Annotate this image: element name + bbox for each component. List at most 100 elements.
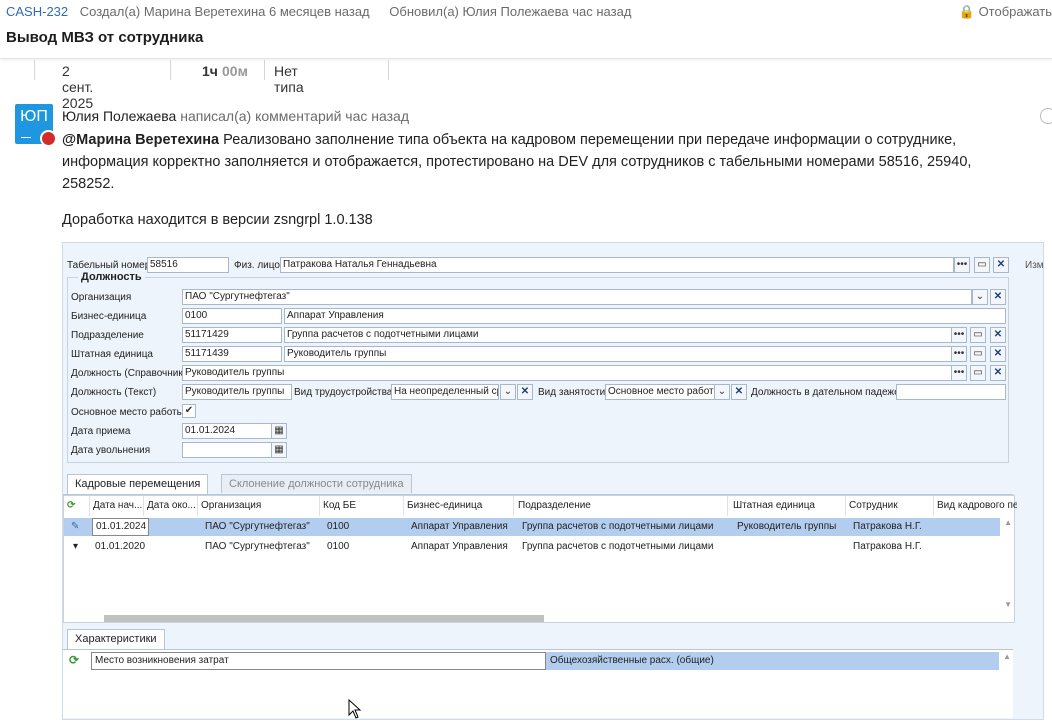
osn-checkbox[interactable]: ✔	[182, 404, 196, 418]
column-header[interactable]: Дата нач...	[90, 496, 144, 516]
attached-screenshot: Табельный номер 58516 Физ. лицо Патраков…	[62, 242, 1044, 720]
column-header[interactable]: Штатная единица	[730, 496, 846, 516]
sht-code-field[interactable]: 51171439	[182, 346, 282, 362]
tab-characteristics[interactable]: Характеристики	[67, 629, 165, 649]
cell-org: ПАО "Сургутнефтегаз"	[205, 541, 310, 552]
vid-tr-select[interactable]: На неопределенный срок	[391, 384, 499, 400]
fiz-field[interactable]: Патракова Наталья Геннадьевна	[280, 257, 954, 273]
moves-table: ⟳ Дата нач... Дата око... Организация Ко…	[63, 495, 1017, 623]
column-header[interactable]: Организация	[198, 496, 320, 516]
izm-label: Изм	[1025, 260, 1044, 271]
divider	[264, 60, 265, 80]
mention-link[interactable]: @Марина Веретехина	[62, 132, 219, 148]
be-code-field[interactable]: 0100	[182, 308, 282, 324]
cell-podr: Группа расчетов с подотчетными лицами	[522, 541, 714, 552]
issue-title: Вывод МВЗ от сотрудника	[6, 29, 204, 46]
vid-zan-label: Вид занятости	[538, 387, 606, 398]
reaction-icon[interactable]	[1040, 108, 1052, 124]
podr-name-field: Группа расчетов с подотчетными лицами	[284, 327, 952, 343]
org-clear-button[interactable]: ✕	[990, 289, 1006, 305]
sht-clear-button[interactable]: ✕	[990, 346, 1006, 362]
tab-num-label: Табельный номер	[67, 260, 151, 271]
fiz-ellipsis-button[interactable]: •••	[954, 257, 970, 273]
fiz-clear-button[interactable]: ✕	[993, 257, 1009, 273]
cell-date-start[interactable]: 01.01.2024	[92, 518, 149, 536]
chevron-down-icon[interactable]: ⌄	[500, 384, 516, 400]
vid-zan-select[interactable]: Основное место работы	[605, 384, 717, 400]
issue-key-link[interactable]: CASH-232	[6, 4, 68, 19]
column-header[interactable]: Вид кадрового пе	[934, 496, 1017, 516]
cell-be-code: 0100	[327, 541, 350, 552]
be-label: Бизнес-единица	[71, 311, 147, 322]
folder-icon[interactable]: ▭	[970, 327, 986, 343]
dolzh-spr-label: Должность (Справочник)	[71, 368, 187, 379]
edit-icon[interactable]: ✎	[68, 518, 87, 536]
issue-breadcrumb: CASH-232 Создал(а) Марина Веретехина 6 м…	[6, 4, 631, 19]
dolzh-dat-field[interactable]	[896, 384, 1006, 400]
chevron-down-icon[interactable]: ⌄	[972, 289, 988, 305]
status-badge	[40, 130, 57, 147]
calendar-icon[interactable]: ▦	[271, 442, 287, 458]
podr-code-field[interactable]: 51171429	[182, 327, 282, 343]
column-header[interactable]: Сотрудник	[846, 496, 934, 516]
folder-icon[interactable]: ▭	[970, 346, 986, 362]
chevron-down-icon[interactable]: ⌄	[714, 384, 730, 400]
worklog-hours: 1ч	[202, 63, 218, 79]
column-header[interactable]: Подразделение	[515, 496, 728, 516]
scroll-down-icon[interactable]: ▼	[1004, 600, 1012, 609]
sht-label: Штатная единица	[71, 349, 153, 360]
folder-icon[interactable]: ▭	[974, 257, 990, 273]
table-row[interactable]: ✎ 01.01.2024 ПАО "Сургутнефтегаз" 0100 А…	[64, 518, 1000, 536]
sht-ellipsis-button[interactable]: •••	[951, 346, 967, 362]
date-priem-field[interactable]: 01.01.2024	[182, 423, 272, 439]
tab-num-field[interactable]: 58516	[147, 257, 229, 273]
calendar-icon[interactable]: ▦	[271, 423, 287, 439]
avatar[interactable]: ЮП	[15, 104, 57, 147]
cell-date-start: 01.01.2020	[95, 541, 146, 552]
org-select[interactable]: ПАО "Сургутнефтегаз"	[182, 289, 972, 305]
vid-zan-clear-button[interactable]: ✕	[731, 384, 747, 400]
comment-author[interactable]: Юлия Полежаева	[62, 108, 176, 124]
char-name-cell[interactable]: Место возникновения затрат	[91, 652, 546, 670]
tab-kadr-moves[interactable]: Кадровые перемещения	[67, 474, 209, 494]
horizontal-scrollbar[interactable]	[94, 614, 994, 622]
sht-name-field: Руководитель группы	[284, 346, 952, 362]
table-row[interactable]: ▾ 01.01.2020 ПАО "Сургутнефтегаз" 0100 А…	[64, 538, 1000, 556]
cell-be-code: 0100	[327, 521, 350, 532]
folder-icon[interactable]: ▭	[970, 365, 986, 381]
char-tabbar: Характеристики	[63, 627, 1013, 650]
dolzh-spr-clear-button[interactable]: ✕	[990, 365, 1006, 381]
vid-tr-clear-button[interactable]: ✕	[517, 384, 533, 400]
osn-label: Основное место работы	[71, 407, 184, 418]
position-group: Должность Организация ПАО "Сургутнефтега…	[67, 271, 1009, 463]
refresh-icon[interactable]: ⟳	[69, 653, 79, 667]
podr-clear-button[interactable]: ✕	[990, 327, 1006, 343]
table-row[interactable]: Место возникновения затрат Общехозяйстве…	[91, 652, 999, 670]
issue-header: CASH-232 Создал(а) Марина Веретехина 6 м…	[0, 0, 1052, 59]
scroll-up-icon[interactable]: ▲	[1003, 652, 1011, 661]
comment-body: @Марина Веретехина Реализовано заполнени…	[62, 129, 1022, 231]
worklog-minutes: 00м	[222, 63, 248, 79]
column-header[interactable]: Бизнес-единица	[404, 496, 514, 516]
visibility-control[interactable]: 🔒 Отображать	[959, 4, 1052, 20]
column-header[interactable]: Дата око...	[144, 496, 198, 516]
comment-text-version: Доработка находится в версии zsngrpl 1.0…	[62, 212, 373, 228]
scrollbar-thumb[interactable]	[104, 615, 544, 622]
dolzh-spr-ellipsis-button[interactable]: •••	[951, 365, 967, 381]
dolzh-txt-field[interactable]: Руководитель группы	[182, 384, 292, 400]
cell-be: Аппарат Управления	[411, 521, 508, 532]
scroll-up-icon[interactable]: ▲	[1004, 518, 1012, 527]
podr-ellipsis-button[interactable]: •••	[951, 327, 967, 343]
position-group-title: Должность	[78, 271, 145, 283]
date-uvol-field[interactable]	[182, 442, 272, 458]
tab-sklonenie[interactable]: Склонение должности сотрудника	[221, 474, 412, 493]
column-header[interactable]: Код БЕ	[320, 496, 404, 516]
worklog-type: Нет типа	[274, 63, 304, 95]
detail-tabbar: Кадровые перемещения Склонение должности…	[63, 472, 1013, 495]
divider	[34, 60, 35, 80]
org-label: Организация	[71, 292, 132, 303]
dolzh-dat-label: Должность в дательном падеже	[751, 387, 900, 398]
date-priem-label: Дата приема	[71, 426, 131, 437]
dolzh-spr-field[interactable]: Руководитель группы	[182, 365, 952, 381]
refresh-icon[interactable]: ⟳	[64, 496, 90, 516]
